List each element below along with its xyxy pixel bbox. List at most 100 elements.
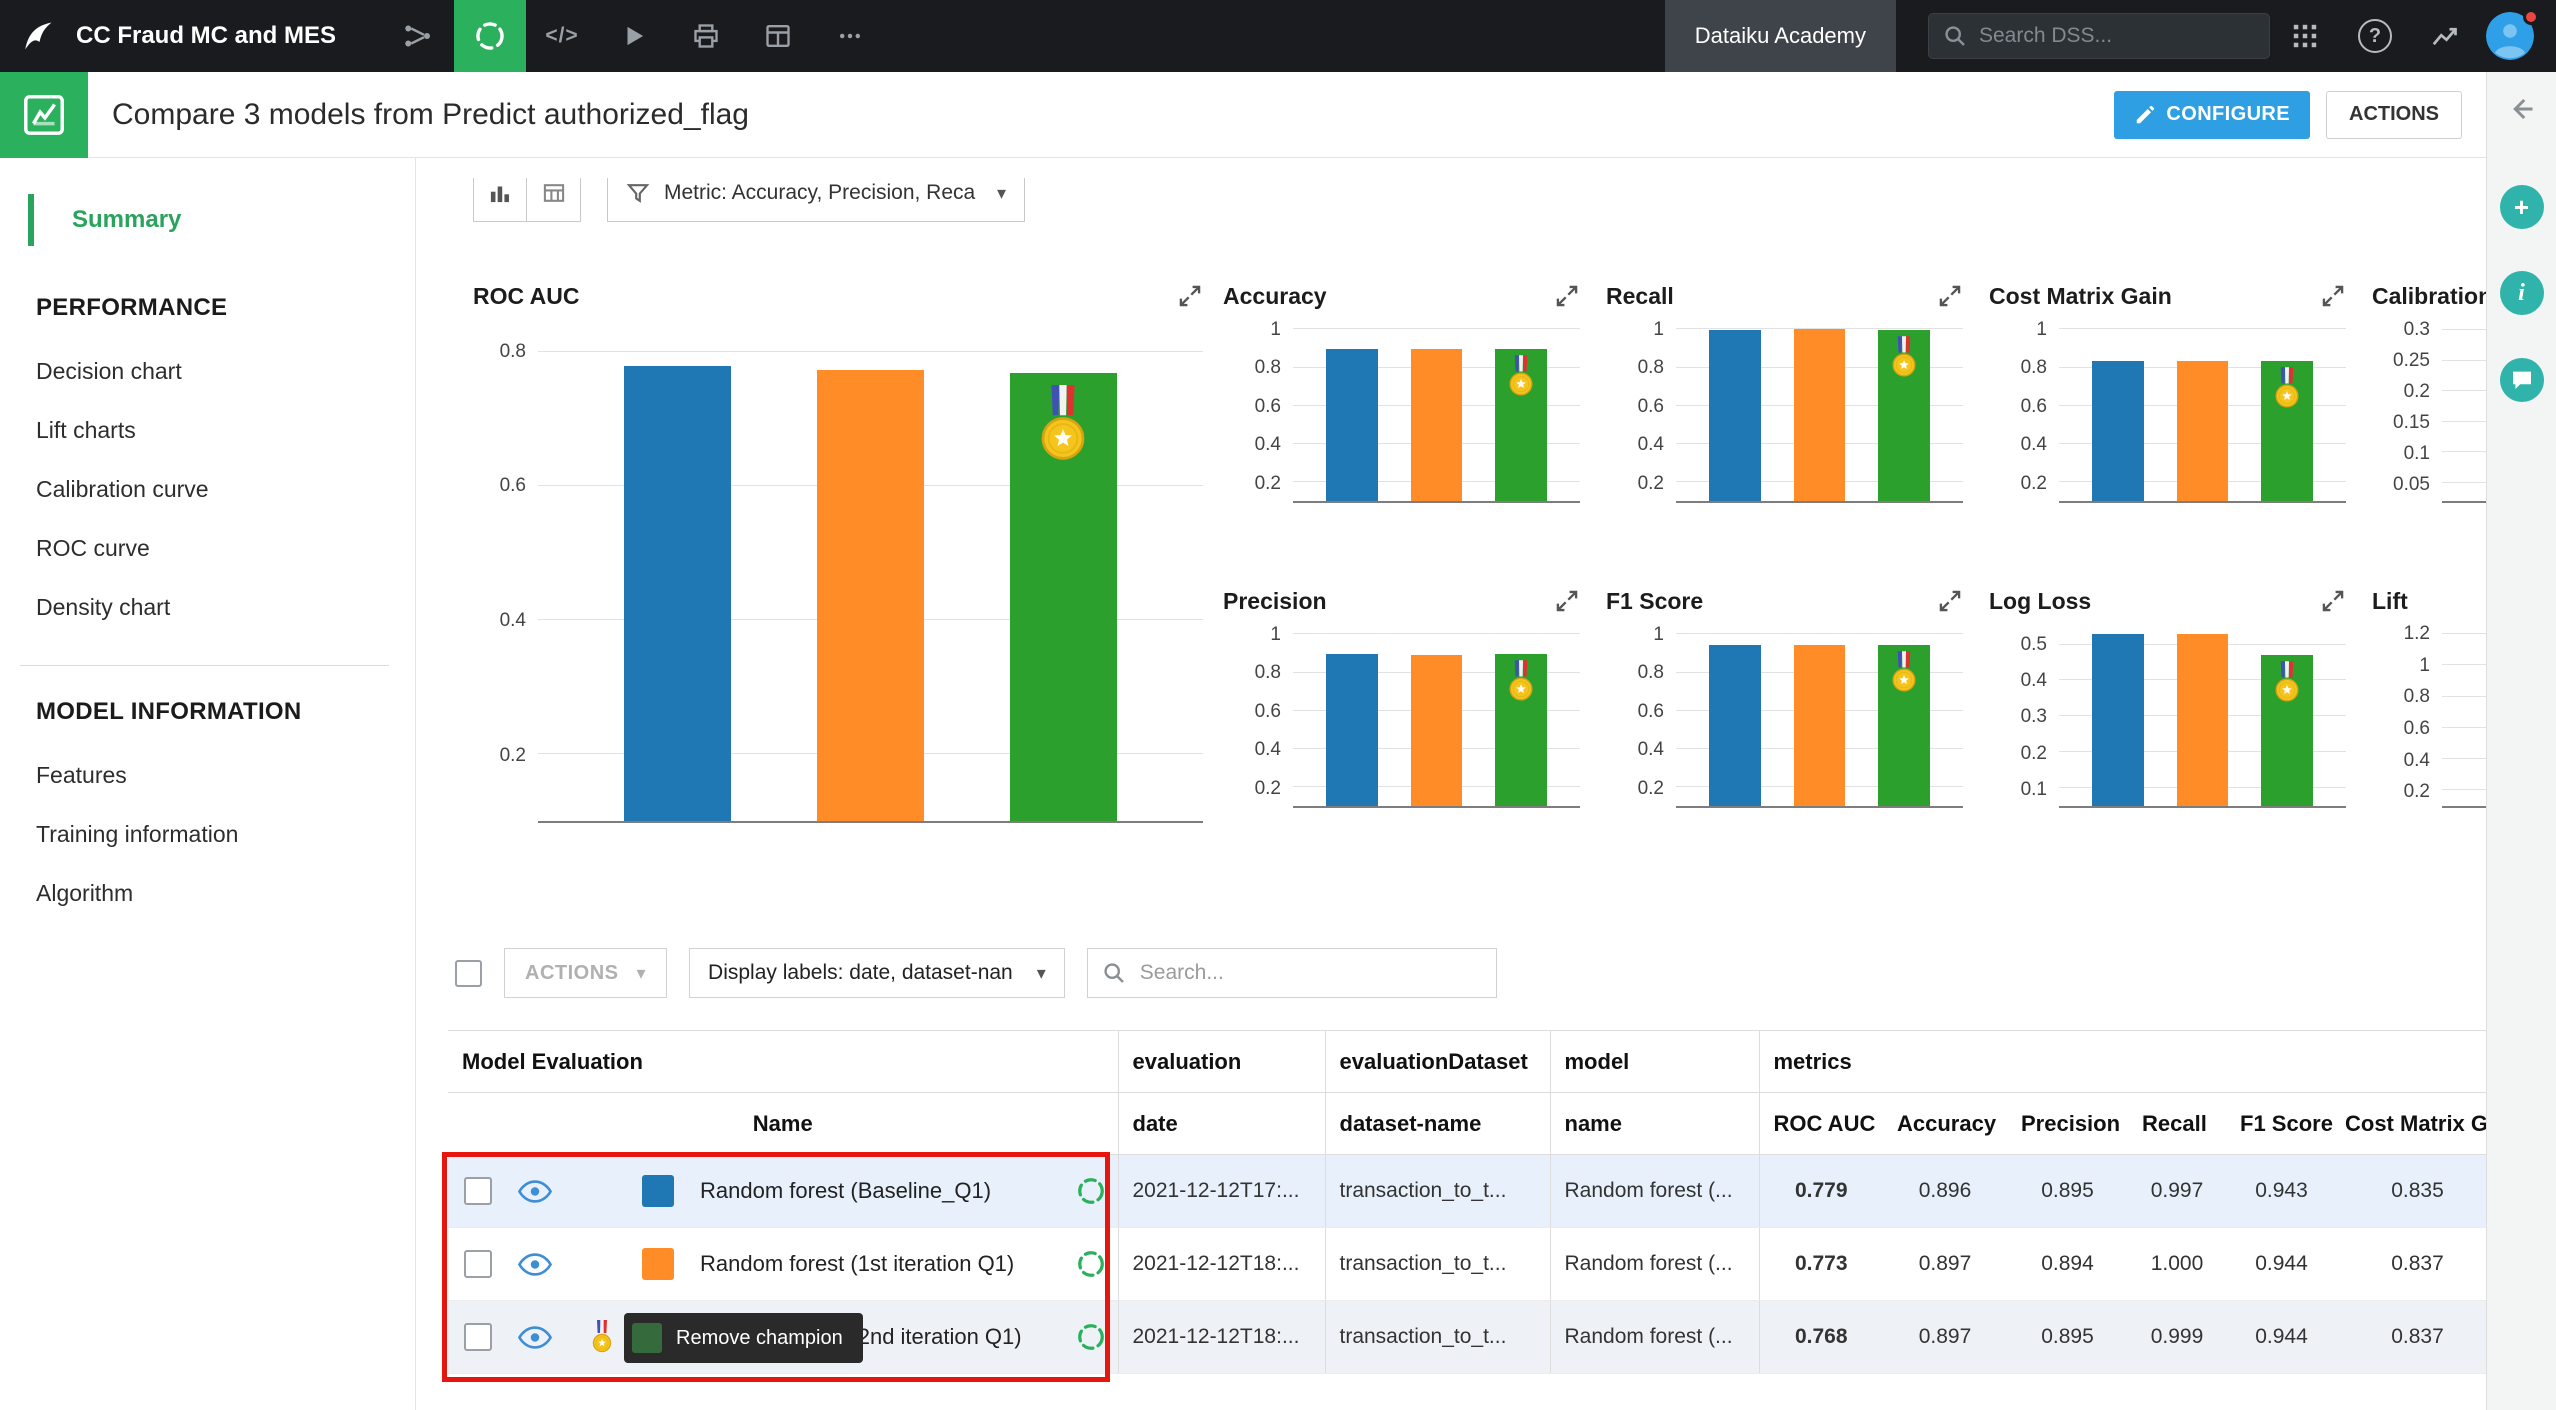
apps-grid-icon[interactable]	[2270, 22, 2340, 50]
flow-icon[interactable]	[382, 0, 454, 72]
cell-model-name: Random forest (...	[1550, 1154, 1760, 1228]
search-dss[interactable]	[1928, 13, 2270, 59]
expand-icon[interactable]	[1177, 283, 1203, 309]
y-tick-label: 0.8	[1254, 662, 1281, 684]
column-header-date[interactable]: date	[1118, 1092, 1326, 1155]
table-search[interactable]	[1086, 948, 1497, 998]
expand-icon[interactable]	[1554, 283, 1580, 309]
plot-area	[2059, 318, 2346, 503]
sidebar-item-training-information[interactable]: Training information	[0, 805, 415, 864]
eye-icon[interactable]	[518, 1325, 552, 1349]
project-title[interactable]: CC Fraud MC and MES	[76, 0, 336, 72]
row-checkbox[interactable]	[464, 1323, 492, 1351]
column-header-cost-matrix-gain[interactable]: Cost Matrix Gain	[2337, 1092, 2486, 1155]
user-avatar[interactable]	[2486, 9, 2539, 60]
expand-icon[interactable]	[2320, 283, 2346, 309]
column-header-name[interactable]: Name	[448, 1092, 1119, 1155]
more-icon[interactable]	[814, 0, 886, 72]
y-tick-label: 1	[1270, 318, 1281, 340]
jobs-icon[interactable]	[670, 0, 742, 72]
metric-dropdown[interactable]: Metric: Accuracy, Precision, Reca ▾	[607, 178, 1025, 222]
column-header-dataset-name[interactable]: dataset-name	[1325, 1092, 1551, 1155]
sidebar-divider	[20, 665, 389, 666]
column-header-precision[interactable]: Precision	[2007, 1092, 2128, 1155]
refresh-icon[interactable]	[1076, 1322, 1106, 1352]
model-color-swatch	[642, 1175, 674, 1207]
table-group-header-row: Model Evaluation evaluation evaluationDa…	[448, 1030, 2486, 1093]
y-tick-label: 0.6	[1254, 700, 1281, 722]
sidebar-item-roc-curve[interactable]: ROC curve	[0, 519, 415, 578]
group-header-metrics: metrics	[1759, 1030, 2486, 1093]
back-arrow-icon[interactable]	[2507, 94, 2537, 124]
bar-recall-1	[1793, 329, 1846, 501]
sidebar-item-density-chart[interactable]: Density chart	[0, 578, 415, 637]
cell-metric-2: 0.895	[2007, 1154, 2128, 1228]
expand-icon[interactable]	[2320, 588, 2346, 614]
bar-accuracy-1	[1410, 349, 1463, 501]
comment-icon[interactable]	[2499, 358, 2544, 402]
refresh-icon[interactable]	[1076, 1176, 1106, 1206]
column-header-f1-score[interactable]: F1 Score	[2226, 1092, 2337, 1155]
column-header-accuracy[interactable]: Accuracy	[1883, 1092, 2007, 1155]
bar-precision-0	[1326, 654, 1378, 806]
code-icon[interactable]: </>	[526, 0, 598, 72]
row-checkbox[interactable]	[464, 1250, 492, 1278]
sidebar-item-summary[interactable]: Summary	[28, 194, 415, 246]
bar-chart-view-icon[interactable]	[473, 178, 527, 222]
display-labels-dropdown[interactable]: Display labels: date, dataset-nan ▾	[689, 948, 1065, 998]
cell-metric-1: 0.896	[1883, 1154, 2007, 1228]
bar-precision-1	[1410, 654, 1463, 806]
table-row[interactable]: Random forest (Baseline_Q1) 2021-12-12T17…	[448, 1154, 2486, 1228]
expand-icon[interactable]	[1937, 283, 1963, 309]
column-header-model-name[interactable]: name	[1550, 1092, 1760, 1155]
y-tick-label: 0.2	[1637, 777, 1664, 799]
champion-medal-icon	[1506, 355, 1536, 398]
configure-button[interactable]: CONFIGURE	[2114, 90, 2310, 139]
dataiku-logo[interactable]	[0, 0, 76, 72]
sidebar-item-decision-chart[interactable]: Decision chart	[0, 342, 415, 401]
y-tick-label: 0.6	[1637, 700, 1664, 722]
actions-button[interactable]: ACTIONS	[2326, 90, 2462, 139]
table-search-input[interactable]	[1139, 961, 1482, 985]
bar-cost-matrix-gain-1	[2176, 360, 2229, 501]
champion-medal-slot[interactable]	[582, 1320, 622, 1354]
sidebar-item-calibration-curve[interactable]: Calibration curve	[0, 460, 415, 519]
table-actions-dropdown[interactable]: ACTIONS ▾	[504, 948, 668, 998]
cell-metric-3: 1.000	[2128, 1227, 2226, 1301]
visual-analysis-icon[interactable]	[454, 0, 527, 72]
evaluation-table-wrap: Model Evaluation evaluation evaluationDa…	[442, 1030, 2486, 1382]
eye-icon[interactable]	[518, 1252, 552, 1276]
column-header-recall[interactable]: Recall	[2128, 1092, 2226, 1155]
row-checkbox[interactable]	[464, 1177, 492, 1205]
y-tick-label: 1	[1653, 318, 1664, 340]
y-axis: 0.2 0.4 0.6 0.8	[473, 318, 538, 823]
sidebar-item-features[interactable]: Features	[0, 746, 415, 805]
chart-calibration: Calibration 0.05 0.1 0.15 0.2 0.25 0.3	[2372, 274, 2486, 518]
sidebar-item-lift-charts[interactable]: Lift charts	[0, 401, 415, 460]
y-tick-label: 0.4	[499, 610, 526, 631]
select-all-checkbox[interactable]	[455, 959, 482, 987]
expand-icon[interactable]	[1554, 588, 1580, 614]
plot-area	[1293, 318, 1580, 503]
play-icon[interactable]	[598, 0, 670, 72]
eye-icon[interactable]	[518, 1179, 552, 1203]
column-header-roc-auc[interactable]: ROC AUC	[1759, 1092, 1883, 1155]
sidebar-item-algorithm[interactable]: Algorithm	[0, 864, 415, 923]
dataiku-academy-label[interactable]: Dataiku Academy	[1664, 0, 1896, 72]
expand-icon[interactable]	[1937, 588, 1963, 614]
trending-icon[interactable]	[2410, 21, 2480, 51]
add-icon[interactable]: +	[2499, 185, 2544, 229]
table-view-icon[interactable]	[527, 178, 581, 222]
y-tick-label: 0.4	[1254, 434, 1281, 456]
cell-metric-4: 0.944	[2226, 1227, 2337, 1301]
search-dss-input[interactable]	[1979, 24, 2255, 48]
help-icon[interactable]: ?	[2340, 19, 2410, 53]
sidebar-section-title: PERFORMANCE	[36, 294, 228, 321]
table-row[interactable]: Random forest (1st iteration Q1) 2021-12-…	[448, 1227, 2486, 1301]
cell-dataset-name: transaction_to_t...	[1325, 1227, 1551, 1301]
dashboard-icon[interactable]	[742, 0, 814, 72]
info-icon[interactable]: i	[2499, 271, 2544, 315]
chart-roc-auc: ROC AUC 0.2 0.4 0.6 0.8	[473, 274, 1223, 823]
refresh-icon[interactable]	[1076, 1249, 1106, 1279]
chart-log-loss: Log Loss 0.1 0.2 0.3 0.4 0.5	[1989, 579, 2372, 823]
